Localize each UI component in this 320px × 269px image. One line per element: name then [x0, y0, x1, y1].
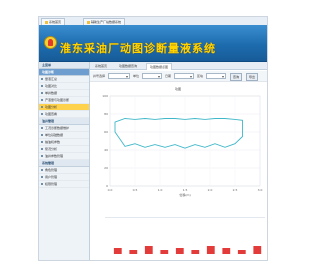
- x-tick-label: 1.5: [183, 188, 188, 192]
- query-button[interactable]: 查询: [230, 73, 243, 81]
- sidebar: 主菜单 功图诊断 量液汇总 功图对比 单井数据 产液量与功图诊断 功图分析 功图…: [39, 62, 90, 260]
- sidebar-item-card-analysis[interactable]: 功图分析: [39, 104, 89, 111]
- y-tick-label: 20: [104, 166, 108, 170]
- bar: [237, 250, 246, 254]
- bar: [206, 246, 215, 254]
- filter-bar: 井号选择 单位 日期 区块 查询 导出: [90, 71, 267, 82]
- sidebar-section-main[interactable]: 主菜单: [39, 62, 89, 69]
- main-panel: 系统首页 功图数据查询 功图数据点图 井号选择 单位 日期 区块 查询 导出 功…: [90, 62, 267, 260]
- app-title: 淮东采油厂动图诊断量液系统: [60, 42, 216, 55]
- browser-tab-system[interactable]: 辅助生产厂站数据系统: [83, 18, 126, 25]
- bar: [253, 246, 262, 254]
- sidebar-item-card-view[interactable]: 功图查看: [39, 111, 89, 118]
- sidebar-item-card-compare[interactable]: 功图对比: [39, 83, 89, 90]
- tab-card-plot[interactable]: 功图数据点图: [146, 63, 173, 70]
- date-label: 日期: [165, 74, 172, 78]
- bar: [222, 248, 231, 254]
- sidebar-section-well-mgmt[interactable]: 油井管理: [39, 118, 89, 125]
- x-tick-label: 2.0: [208, 188, 213, 192]
- browser-tab-label: 辅助生产厂站数据系统: [91, 20, 122, 24]
- sidebar-item-well-params[interactable]: 油井参数管理: [39, 153, 89, 160]
- y-tick-label: 40: [104, 148, 108, 152]
- bar: [144, 246, 153, 254]
- unit-select[interactable]: [142, 73, 162, 79]
- sidebar-item-permissions[interactable]: 权限管理: [39, 181, 89, 188]
- tab-icon: [87, 20, 90, 24]
- company-logo-icon: [44, 36, 57, 49]
- date-select[interactable]: [174, 73, 194, 79]
- x-tick-label: 0.0: [108, 188, 113, 192]
- browser-tab-label: 系统首页: [49, 20, 62, 24]
- tab-card-query[interactable]: 功图数据查询: [116, 63, 140, 69]
- y-tick-label: 80: [104, 112, 108, 116]
- dynamometer-chart: 0 20 40 60 80 100 0.0 0.5 1.0 1.5 2.0 2.5 3.0 位移(m): [90, 92, 267, 207]
- app-header: 淮东采油厂动图诊断量液系统: [39, 25, 267, 62]
- well-select[interactable]: [108, 73, 130, 79]
- browser-tab-home[interactable]: 系统首页: [41, 18, 66, 25]
- bar-strip: [113, 246, 262, 254]
- tab-icon: [45, 20, 48, 24]
- bar: [113, 248, 122, 254]
- sidebar-item-condition-data[interactable]: 工况诊断数据维护: [39, 125, 89, 132]
- sidebar-item-volume-summary[interactable]: 量液汇总: [39, 76, 89, 83]
- x-tick-label: 3.0: [258, 188, 263, 192]
- x-axis-label: 位移(m): [179, 192, 190, 197]
- x-tick-label: 2.5: [233, 188, 238, 192]
- sidebar-item-single-well[interactable]: 单井数据: [39, 90, 89, 97]
- section-divider: [105, 217, 265, 218]
- sidebar-item-unit-data[interactable]: 单位基础数据: [39, 132, 89, 139]
- unit-label: 单位: [133, 74, 140, 78]
- sidebar-section-diagnosis[interactable]: 功图诊断: [39, 69, 89, 76]
- tab-home[interactable]: 系统首页: [92, 63, 110, 69]
- chart-title: 功图: [175, 87, 182, 91]
- app-window: 系统首页 辅助生产厂站数据系统 淮东采油厂动图诊断量液系统 主菜单 功图诊断 量…: [38, 16, 268, 261]
- sidebar-item-production[interactable]: 产液量与功图诊断: [39, 97, 89, 104]
- sidebar-item-users[interactable]: 用户管理: [39, 174, 89, 181]
- dynamometer-chart-svg: 0204060801000.0 0.5 1.0 1.5 2.0 2.5 3.0位移(m): [102, 94, 263, 197]
- x-tick-label: 1.0: [158, 188, 163, 192]
- sidebar-item-roles[interactable]: 角色管理: [39, 167, 89, 174]
- sidebar-item-pump-params[interactable]: 抽油机参数: [39, 139, 89, 146]
- sidebar-item-pump-analysis[interactable]: 泵况分析: [39, 146, 89, 153]
- y-tick-label: 60: [104, 130, 108, 134]
- bar: [160, 250, 169, 254]
- y-tick-label: 100: [102, 94, 108, 98]
- bar: [191, 250, 200, 254]
- sidebar-section-system[interactable]: 系统管理: [39, 160, 89, 167]
- bar: [175, 248, 184, 254]
- content-tab-bar: 系统首页 功图数据查询 功图数据点图: [90, 62, 267, 70]
- area-select[interactable]: [206, 73, 226, 79]
- area-label: 区块: [197, 74, 204, 78]
- export-button[interactable]: 导出: [246, 73, 259, 81]
- well-select-label: 井号选择: [93, 74, 106, 78]
- bar: [129, 250, 138, 254]
- x-tick-label: 0.5: [133, 188, 138, 192]
